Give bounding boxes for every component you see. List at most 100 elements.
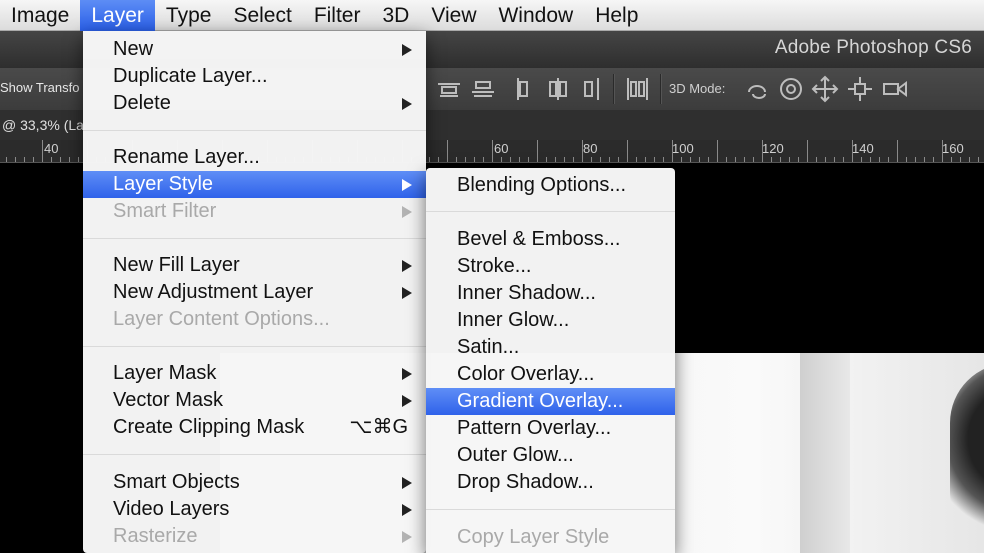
ruler-tick xyxy=(78,157,79,162)
menu-item-stroke[interactable]: Stroke... xyxy=(426,253,675,280)
ruler-tick xyxy=(906,157,907,162)
menu-item-outer-glow[interactable]: Outer Glow... xyxy=(426,442,675,469)
ruler-tick xyxy=(663,157,664,162)
menu-item-vector-mask[interactable]: Vector Mask xyxy=(83,387,426,414)
ruler-tick xyxy=(627,140,628,162)
menu-item-smart-objects[interactable]: Smart Objects xyxy=(83,469,426,496)
menu-item-duplicate-layer[interactable]: Duplicate Layer... xyxy=(83,63,426,90)
ruler-tick xyxy=(24,157,25,162)
menu-filter[interactable]: Filter xyxy=(303,0,372,31)
3d-roll-icon[interactable] xyxy=(776,74,806,104)
menu-item-label: Layer Style xyxy=(113,173,214,195)
ruler-tick xyxy=(438,157,439,162)
ruler-tick xyxy=(879,157,880,162)
3d-scale-icon[interactable] xyxy=(880,74,910,104)
ruler-tick xyxy=(753,157,754,162)
menu-item-create-clipping-mask[interactable]: Create Clipping Mask ⌥⌘G xyxy=(83,414,426,441)
ruler-tick xyxy=(744,157,745,162)
ruler-tick-label: 60 xyxy=(494,141,509,156)
ruler-tick xyxy=(564,157,565,162)
menu-item-new[interactable]: New xyxy=(83,36,426,63)
ruler-tick xyxy=(924,157,925,162)
submenu-arrow-icon xyxy=(402,260,412,272)
ruler-tick xyxy=(15,157,16,162)
menu-item-label: Rename Layer... xyxy=(113,146,260,168)
menu-item-label: Layer Content Options... xyxy=(113,308,330,330)
menubar: Image Layer Type Select Filter 3D View W… xyxy=(0,0,984,31)
menu-item-bevel-emboss[interactable]: Bevel & Emboss... xyxy=(426,226,675,253)
menu-item-drop-shadow[interactable]: Drop Shadow... xyxy=(426,469,675,496)
menu-item-gradient-overlay[interactable]: Gradient Overlay... xyxy=(426,388,675,415)
ruler-tick xyxy=(447,140,448,162)
ruler-tick-label: 140 xyxy=(852,141,874,156)
ruler-tick-label: 40 xyxy=(44,141,59,156)
menu-view[interactable]: View xyxy=(420,0,487,31)
menu-item-label: New Fill Layer xyxy=(113,254,240,276)
menu-item-pattern-overlay[interactable]: Pattern Overlay... xyxy=(426,415,675,442)
menu-item-rename-layer[interactable]: Rename Layer... xyxy=(83,144,426,171)
menu-item-new-adjustment-layer[interactable]: New Adjustment Layer xyxy=(83,279,426,306)
submenu-arrow-icon xyxy=(402,504,412,516)
show-transform-controls-checkbox[interactable]: Show Transfo xyxy=(0,80,82,95)
align-bottom-icon[interactable] xyxy=(508,74,538,104)
ruler-tick xyxy=(852,140,853,162)
ruler-tick xyxy=(897,140,898,162)
3d-slide-icon[interactable] xyxy=(845,74,875,104)
menu-help[interactable]: Help xyxy=(584,0,649,31)
ruler-tick xyxy=(528,157,529,162)
align-vcenter-icon[interactable] xyxy=(468,74,498,104)
ruler-tick xyxy=(465,157,466,162)
menu-item-layer-mask[interactable]: Layer Mask xyxy=(83,360,426,387)
menu-type[interactable]: Type xyxy=(155,0,223,31)
submenu-arrow-icon xyxy=(402,179,412,191)
menu-item-delete[interactable]: Delete xyxy=(83,90,426,117)
menu-item-layer-style[interactable]: Layer Style xyxy=(83,171,426,198)
ruler-tick xyxy=(951,157,952,162)
menu-item-satin[interactable]: Satin... xyxy=(426,334,675,361)
ruler-tick xyxy=(483,157,484,162)
app-title: Adobe Photoshop CS6 xyxy=(774,37,972,58)
menu-separator xyxy=(426,509,675,510)
document-tab[interactable]: @ 33,3% (La xyxy=(2,117,84,133)
ruler-tick xyxy=(681,157,682,162)
ruler-tick xyxy=(699,157,700,162)
menu-item-color-overlay[interactable]: Color Overlay... xyxy=(426,361,675,388)
layer-style-submenu: Blending Options... Bevel & Emboss... St… xyxy=(426,168,675,553)
align-top-icon[interactable] xyxy=(434,74,464,104)
distribute-left-icon[interactable] xyxy=(543,74,573,104)
ruler-tick xyxy=(501,157,502,162)
submenu-arrow-icon xyxy=(402,531,412,543)
photo-subject xyxy=(950,363,984,553)
distribute-right-icon[interactable] xyxy=(622,74,652,104)
menu-item-inner-shadow[interactable]: Inner Shadow... xyxy=(426,280,675,307)
menu-item-new-fill-layer[interactable]: New Fill Layer xyxy=(83,252,426,279)
menu-item-video-layers[interactable]: Video Layers xyxy=(83,496,426,523)
ruler-tick xyxy=(762,140,763,162)
3d-pan-icon[interactable] xyxy=(810,74,840,104)
ruler-tick xyxy=(708,157,709,162)
distribute-hcenter-icon[interactable] xyxy=(578,74,608,104)
menu-separator xyxy=(83,454,426,455)
ruler-tick xyxy=(33,157,34,162)
menu-layer[interactable]: Layer xyxy=(80,0,155,31)
ruler-tick xyxy=(510,157,511,162)
3d-rotate-icon[interactable] xyxy=(743,74,773,104)
menu-item-inner-glow[interactable]: Inner Glow... xyxy=(426,307,675,334)
ruler-tick xyxy=(69,157,70,162)
menu-item-blending-options[interactable]: Blending Options... xyxy=(426,172,675,199)
menu-window[interactable]: Window xyxy=(487,0,584,31)
ruler-tick xyxy=(825,157,826,162)
menu-separator xyxy=(83,130,426,131)
ruler-tick-label: 160 xyxy=(942,141,964,156)
ruler-tick xyxy=(654,157,655,162)
ruler-tick xyxy=(717,140,718,162)
ruler-tick xyxy=(555,157,556,162)
3d-mode-label: 3D Mode: xyxy=(669,81,726,96)
menu-3d[interactable]: 3D xyxy=(371,0,420,31)
ruler-tick xyxy=(960,157,961,162)
menu-item-copy-layer-style: Copy Layer Style xyxy=(457,526,610,548)
ruler-tick xyxy=(843,157,844,162)
menu-select[interactable]: Select xyxy=(222,0,302,31)
menu-item-label: Duplicate Layer... xyxy=(113,65,268,87)
menu-image[interactable]: Image xyxy=(0,0,80,31)
